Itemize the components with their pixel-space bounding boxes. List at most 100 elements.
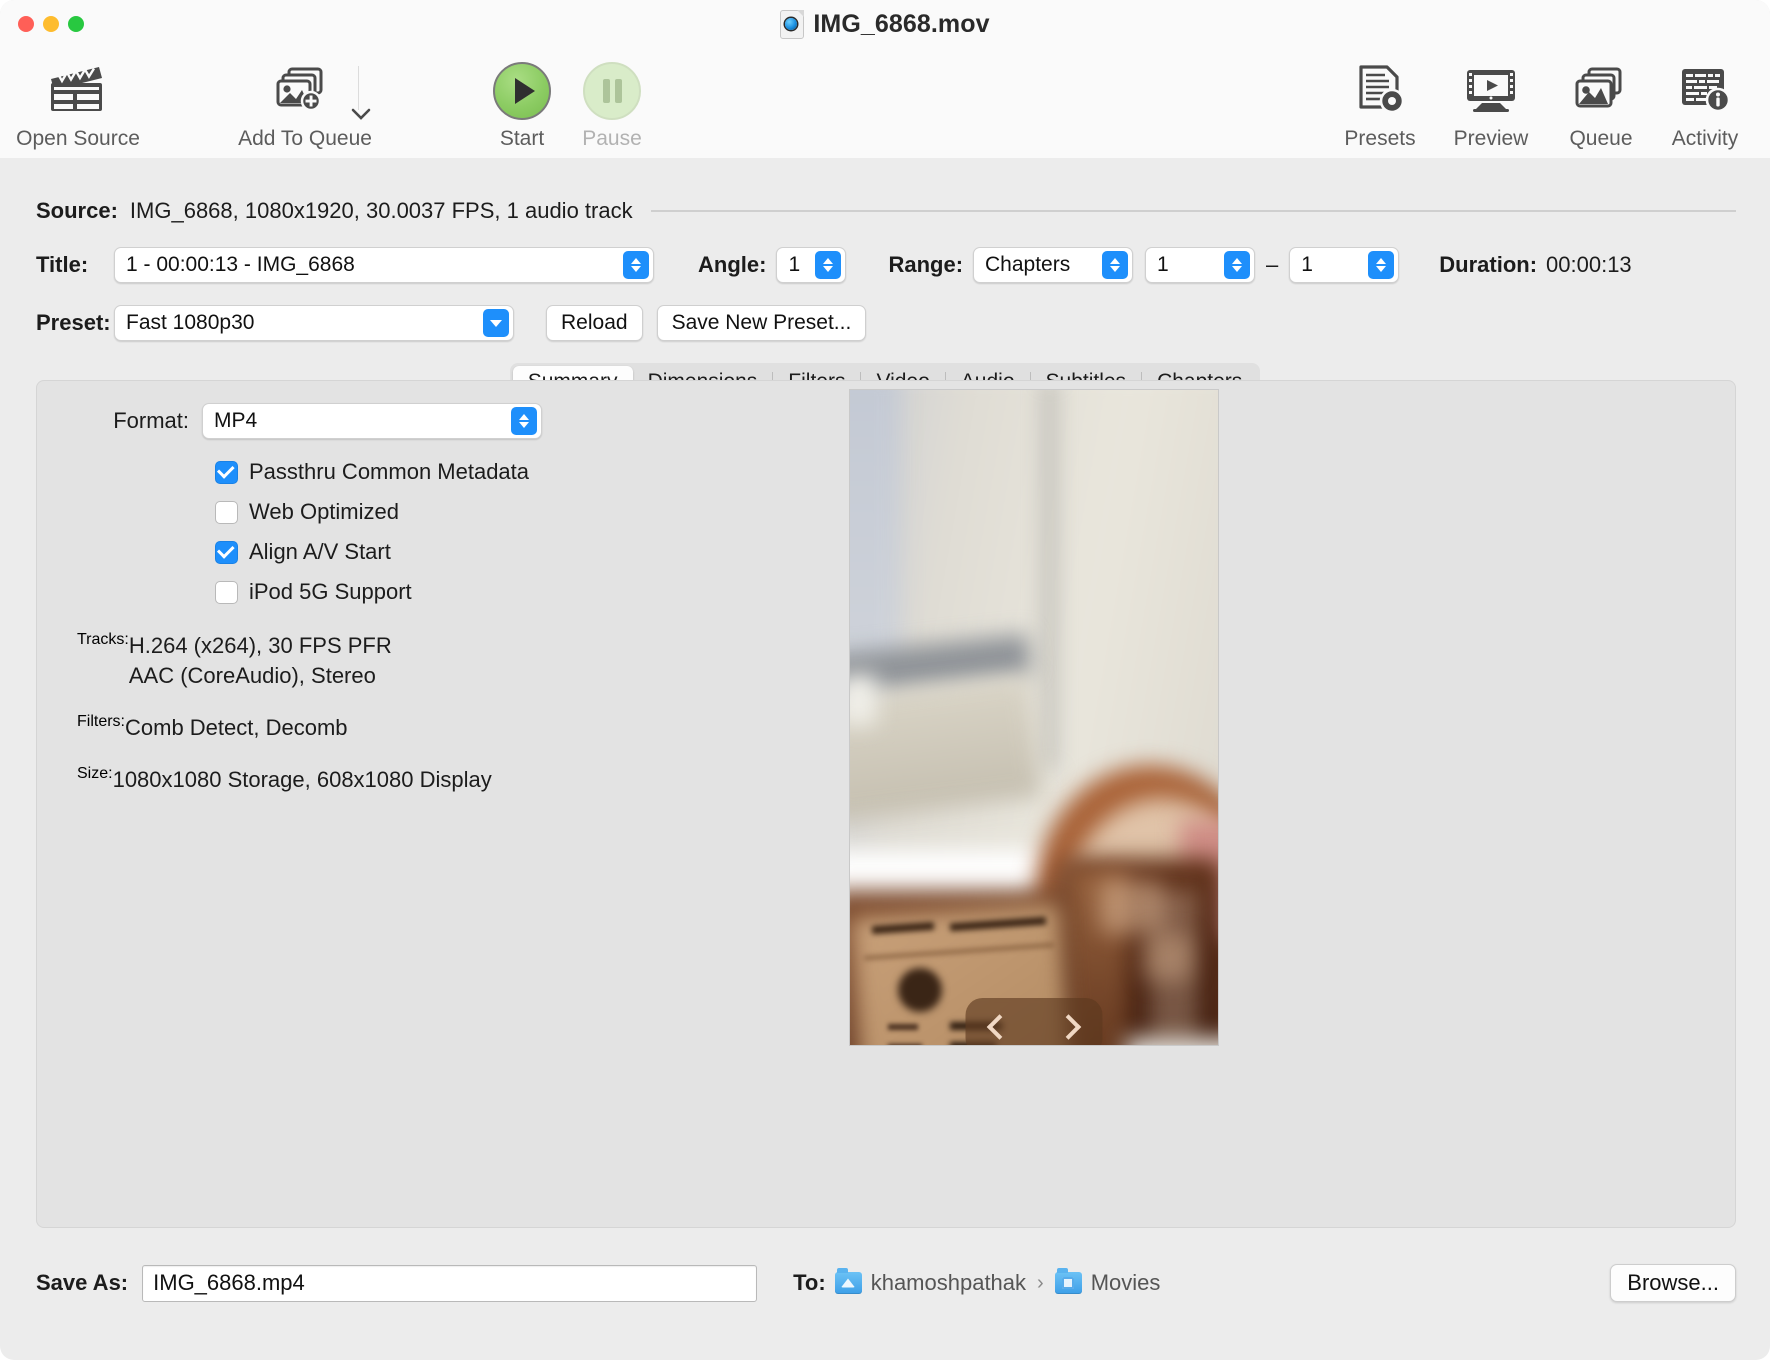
- title-select-value: 1 - 00:00:13 - IMG_6868: [126, 253, 355, 277]
- save-as-label: Save As:: [36, 1270, 128, 1296]
- checkbox-unchecked-icon: [215, 581, 238, 604]
- movies-folder-icon: [1055, 1272, 1082, 1294]
- checkbox-unchecked-icon: [215, 501, 238, 524]
- preset-select-chevron-down-icon: [483, 309, 509, 337]
- align-av-start-checkbox[interactable]: Align A/V Start: [215, 539, 857, 565]
- preview-thumbnail[interactable]: [849, 389, 1219, 1046]
- range-type-stepper-icon: [1102, 251, 1128, 279]
- title-bar: IMG_6868.mov: [0, 0, 1770, 52]
- format-select-value: MP4: [214, 409, 257, 433]
- range-start-stepper-icon: [1224, 251, 1250, 279]
- angle-label: Angle:: [698, 252, 766, 278]
- queue-button[interactable]: Queue: [1546, 58, 1656, 151]
- range-type-select[interactable]: Chapters: [973, 247, 1133, 283]
- activity-label: Activity: [1672, 127, 1739, 151]
- destination-bar: Save As: IMG_6868.mp4 To: khamoshpathak …: [36, 1262, 1736, 1304]
- align-av-start-label: Align A/V Start: [249, 539, 391, 565]
- save-new-preset-button[interactable]: Save New Preset...: [657, 305, 867, 341]
- home-folder-icon: [835, 1272, 862, 1294]
- checkbox-checked-icon: [215, 461, 238, 484]
- title-label: Title:: [36, 252, 114, 278]
- range-start-value: 1: [1157, 253, 1169, 277]
- tracks-audio-value: AAC (CoreAudio), Stereo: [129, 661, 392, 691]
- pause-label: Pause: [582, 127, 642, 151]
- browse-button[interactable]: Browse...: [1610, 1264, 1736, 1302]
- summary-panel: Format: MP4 Passthru Common Metadata Web…: [36, 380, 1736, 1228]
- filters-row: Filters: Comb Detect, Decomb: [77, 713, 857, 743]
- format-row: Format: MP4: [77, 403, 857, 439]
- chevron-left-icon[interactable]: [987, 1014, 1012, 1039]
- open-source-button[interactable]: Open Source: [18, 58, 138, 151]
- start-button[interactable]: Start: [482, 62, 562, 151]
- open-source-label: Open Source: [16, 127, 140, 151]
- path-separator: ›: [1037, 1272, 1044, 1295]
- angle-select[interactable]: 1: [776, 247, 846, 283]
- queue-label: Queue: [1569, 127, 1632, 151]
- preset-select[interactable]: Fast 1080p30: [114, 305, 514, 341]
- preview-label: Preview: [1454, 127, 1529, 151]
- size-label: Size:: [77, 765, 113, 795]
- range-start-select[interactable]: 1: [1145, 247, 1255, 283]
- play-circle-icon: [493, 62, 551, 120]
- presets-label: Presets: [1344, 127, 1415, 151]
- format-label: Format:: [77, 408, 202, 434]
- source-value: IMG_6868, 1080x1920, 30.0037 FPS, 1 audi…: [130, 198, 633, 224]
- range-end-value: 1: [1301, 253, 1313, 277]
- main-toolbar: Open Source: [0, 46, 1770, 158]
- tracks-row: Tracks: H.264 (x264), 30 FPS PFR AAC (Co…: [77, 631, 857, 691]
- angle-select-value: 1: [788, 253, 800, 277]
- preview-button[interactable]: Preview: [1436, 58, 1546, 151]
- add-to-queue-button[interactable]: Add To Queue: [245, 58, 365, 151]
- destination-path: To: khamoshpathak › Movies: [793, 1270, 1160, 1296]
- preview-scene-image: [850, 390, 1218, 1045]
- web-optimized-checkbox[interactable]: Web Optimized: [215, 499, 857, 525]
- queue-stack-icon: [1572, 58, 1630, 120]
- range-end-select[interactable]: 1: [1289, 247, 1399, 283]
- reload-button[interactable]: Reload: [546, 305, 643, 341]
- web-optimized-label: Web Optimized: [249, 499, 399, 525]
- tracks-label: Tracks:: [77, 631, 129, 691]
- title-row: Title: 1 - 00:00:13 - IMG_6868 Angle: 1 …: [36, 246, 1736, 284]
- range-type-value: Chapters: [985, 253, 1070, 277]
- clapperboard-icon: [47, 58, 109, 120]
- start-label: Start: [500, 127, 544, 151]
- format-select-stepper-icon: [511, 407, 537, 435]
- activity-button[interactable]: Activity: [1650, 58, 1760, 151]
- source-row: Source: IMG_6868, 1080x1920, 30.0037 FPS…: [36, 196, 1736, 226]
- preview-nav-controls: [966, 998, 1103, 1046]
- size-row: Size: 1080x1080 Storage, 608x1080 Displa…: [77, 765, 857, 795]
- save-new-preset-label: Save New Preset...: [672, 311, 852, 335]
- title-select-stepper-icon: [623, 251, 649, 279]
- activity-info-icon: [1677, 58, 1733, 120]
- save-as-input[interactable]: IMG_6868.mp4: [142, 1265, 757, 1302]
- window-title-group: IMG_6868.mov: [0, 10, 1770, 39]
- range-label: Range:: [888, 252, 963, 278]
- source-divider: [651, 210, 1736, 212]
- ipod-5g-support-checkbox[interactable]: iPod 5G Support: [215, 579, 857, 605]
- save-as-value: IMG_6868.mp4: [153, 1270, 305, 1296]
- add-to-queue-icon: [275, 58, 335, 120]
- pause-button: Pause: [572, 62, 652, 151]
- add-to-queue-chevron-down-icon[interactable]: [348, 94, 374, 134]
- presets-button[interactable]: Presets: [1325, 58, 1435, 151]
- preview-monitor-icon: [1462, 58, 1520, 120]
- path-segment-user[interactable]: khamoshpathak: [871, 1270, 1026, 1296]
- summary-settings: Format: MP4 Passthru Common Metadata Web…: [77, 403, 857, 795]
- preset-label: Preset:: [36, 310, 114, 336]
- to-label: To:: [793, 1270, 826, 1296]
- passthru-metadata-checkbox[interactable]: Passthru Common Metadata: [215, 459, 857, 485]
- chevron-right-icon[interactable]: [1056, 1014, 1081, 1039]
- pause-circle-icon: [583, 62, 641, 120]
- size-value: 1080x1080 Storage, 608x1080 Display: [113, 765, 492, 795]
- source-label: Source:: [36, 198, 118, 224]
- angle-select-stepper-icon: [815, 251, 841, 279]
- quicktime-movie-icon: [780, 10, 804, 39]
- range-dash: –: [1266, 252, 1278, 278]
- range-end-stepper-icon: [1368, 251, 1394, 279]
- duration-label: Duration:: [1439, 252, 1537, 278]
- path-segment-movies[interactable]: Movies: [1091, 1270, 1161, 1296]
- title-select[interactable]: 1 - 00:00:13 - IMG_6868: [114, 247, 654, 283]
- preset-row: Preset: Fast 1080p30 Reload Save New Pre…: [36, 303, 866, 343]
- passthru-metadata-label: Passthru Common Metadata: [249, 459, 529, 485]
- format-select[interactable]: MP4: [202, 403, 542, 439]
